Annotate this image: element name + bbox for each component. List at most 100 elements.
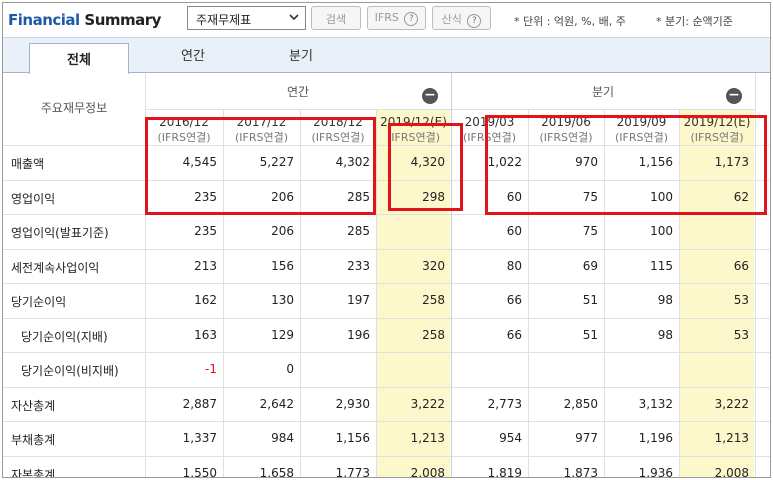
table-cell: 3,222 — [714, 397, 749, 411]
toolbar: Financial Summary 주재무제표 검색 IFRS ? 산식 ? *… — [3, 3, 770, 37]
collapse-quarter-icon[interactable]: − — [726, 88, 742, 104]
table-cell: 0 — [286, 362, 294, 376]
table-cell: 258 — [422, 293, 445, 307]
table-cell: 60 — [506, 224, 522, 238]
table-cell: 51 — [582, 328, 598, 342]
collapse-annual-icon[interactable]: − — [422, 88, 438, 104]
formula-label: 산식 — [441, 13, 462, 26]
search-button-label: 검색 — [325, 13, 347, 26]
table-cell: 1,196 — [638, 431, 673, 445]
row-divider — [3, 352, 770, 353]
table-cell: 213 — [194, 259, 217, 273]
tab-quarterly[interactable]: 분기 — [251, 45, 351, 64]
table-cell: 977 — [575, 431, 598, 445]
row-label: 당기순이익(비지배) — [21, 364, 119, 378]
table-cell: 66 — [506, 293, 522, 307]
row-divider — [3, 249, 770, 250]
table-cell: 285 — [347, 224, 370, 238]
table-cell: 162 — [194, 293, 217, 307]
tab-all-label: 전체 — [67, 53, 91, 68]
table-cell: 1,819 — [487, 466, 522, 478]
ifrs-help-button[interactable]: IFRS ? — [367, 6, 426, 30]
table-cell: 115 — [650, 259, 673, 273]
table-cell: 98 — [657, 293, 673, 307]
tab-all[interactable]: 전체 — [29, 43, 129, 74]
table-cell: 1,213 — [410, 431, 445, 445]
table-cell: 163 — [194, 328, 217, 342]
row-label: 영업이익(발표기준) — [11, 226, 109, 240]
quarter-group-header: 분기 — [591, 85, 615, 99]
table-cell: 130 — [271, 293, 294, 307]
table-cell: 2,642 — [259, 397, 294, 411]
row-divider — [3, 283, 770, 284]
table-cell: 233 — [347, 259, 370, 273]
tab-annual-label: 연간 — [181, 49, 205, 64]
table-cell: 2,887 — [182, 397, 217, 411]
table-cell: 1,773 — [335, 466, 370, 478]
table-cell: 53 — [733, 293, 749, 307]
row-label: 부채총계 — [11, 433, 56, 447]
tab-annual[interactable]: 연간 — [143, 45, 243, 64]
header-divider — [145, 109, 755, 110]
table-cell: 954 — [499, 431, 522, 445]
panel-title: Financial Summary — [8, 11, 161, 29]
table-cell: 1,337 — [182, 431, 217, 445]
tab-quarterly-label: 분기 — [289, 49, 313, 64]
financial-table: 주요재무정보 연간 − 분기 − 2016/12 (IFRS연결) 2017/12(… — [3, 73, 770, 478]
table-cell: 53 — [733, 328, 749, 342]
help-icon: ? — [467, 14, 482, 28]
formula-help-button[interactable]: 산식 ? — [432, 6, 491, 30]
table-cell: 3,132 — [638, 397, 673, 411]
table-cell: 2,008 — [714, 466, 749, 478]
row-label: 자본총계 — [11, 468, 56, 478]
table-cell: 1,156 — [335, 431, 370, 445]
annual-group-header: 연간 — [286, 85, 310, 99]
table-cell: 258 — [422, 328, 445, 342]
table-cell: 1,213 — [714, 431, 749, 445]
search-button[interactable]: 검색 — [311, 6, 361, 30]
table-cell: 984 — [271, 431, 294, 445]
table-cell: 235 — [194, 224, 217, 238]
table-cell: 66 — [506, 328, 522, 342]
table-cell: 3,222 — [410, 397, 445, 411]
table-cell: 1,550 — [182, 466, 217, 478]
row-divider — [3, 318, 770, 319]
table-cell: 197 — [347, 293, 370, 307]
table-cell: 206 — [271, 224, 294, 238]
table-cell: 80 — [506, 259, 522, 273]
highlight-box-annual-estimate — [388, 123, 463, 211]
brand-summary: Summary — [79, 11, 161, 29]
row-label: 영업이익 — [11, 192, 56, 206]
table-cell: 196 — [347, 328, 370, 342]
financial-summary-panel: Financial Summary 주재무제표 검색 IFRS ? 산식 ? *… — [2, 2, 771, 478]
table-cell: 66 — [733, 259, 749, 273]
table-cell: 1,936 — [638, 466, 673, 478]
help-icon: ? — [404, 12, 419, 26]
statement-type-select[interactable]: 주재무제표 — [187, 6, 306, 30]
brand-financial: Financial — [8, 11, 80, 29]
table-cell: 1,658 — [259, 466, 294, 478]
table-cell: 2,773 — [487, 397, 522, 411]
table-cell: 51 — [582, 293, 598, 307]
row-label: 세전계속사업이익 — [11, 261, 100, 275]
row-header-label: 주요재무정보 — [40, 101, 108, 115]
table-cell: -1 — [205, 362, 217, 376]
row-label: 매출액 — [11, 157, 45, 171]
table-cell: 98 — [657, 328, 673, 342]
table-cell: 2,930 — [335, 397, 370, 411]
table-cell: 69 — [582, 259, 598, 273]
row-divider — [3, 387, 770, 388]
unit-note: * 단위 : 억원, %, 배, 주 — [514, 15, 626, 28]
row-label: 당기순이익 — [11, 295, 67, 309]
row-divider — [3, 421, 770, 422]
statement-type-value: 주재무제표 — [196, 13, 252, 27]
period-tabs: 전체 연간 분기 — [3, 37, 770, 74]
highlight-box-annual-actual — [145, 117, 376, 215]
table-cell: 2,850 — [563, 397, 598, 411]
highlight-box-quarterly — [485, 115, 767, 215]
ifrs-label: IFRS — [374, 11, 399, 24]
quarter-basis-note: * 분기: 순액기준 — [656, 15, 733, 28]
chevron-down-icon — [288, 10, 300, 27]
table-cell: 1,873 — [563, 466, 598, 478]
row-divider — [3, 456, 770, 457]
